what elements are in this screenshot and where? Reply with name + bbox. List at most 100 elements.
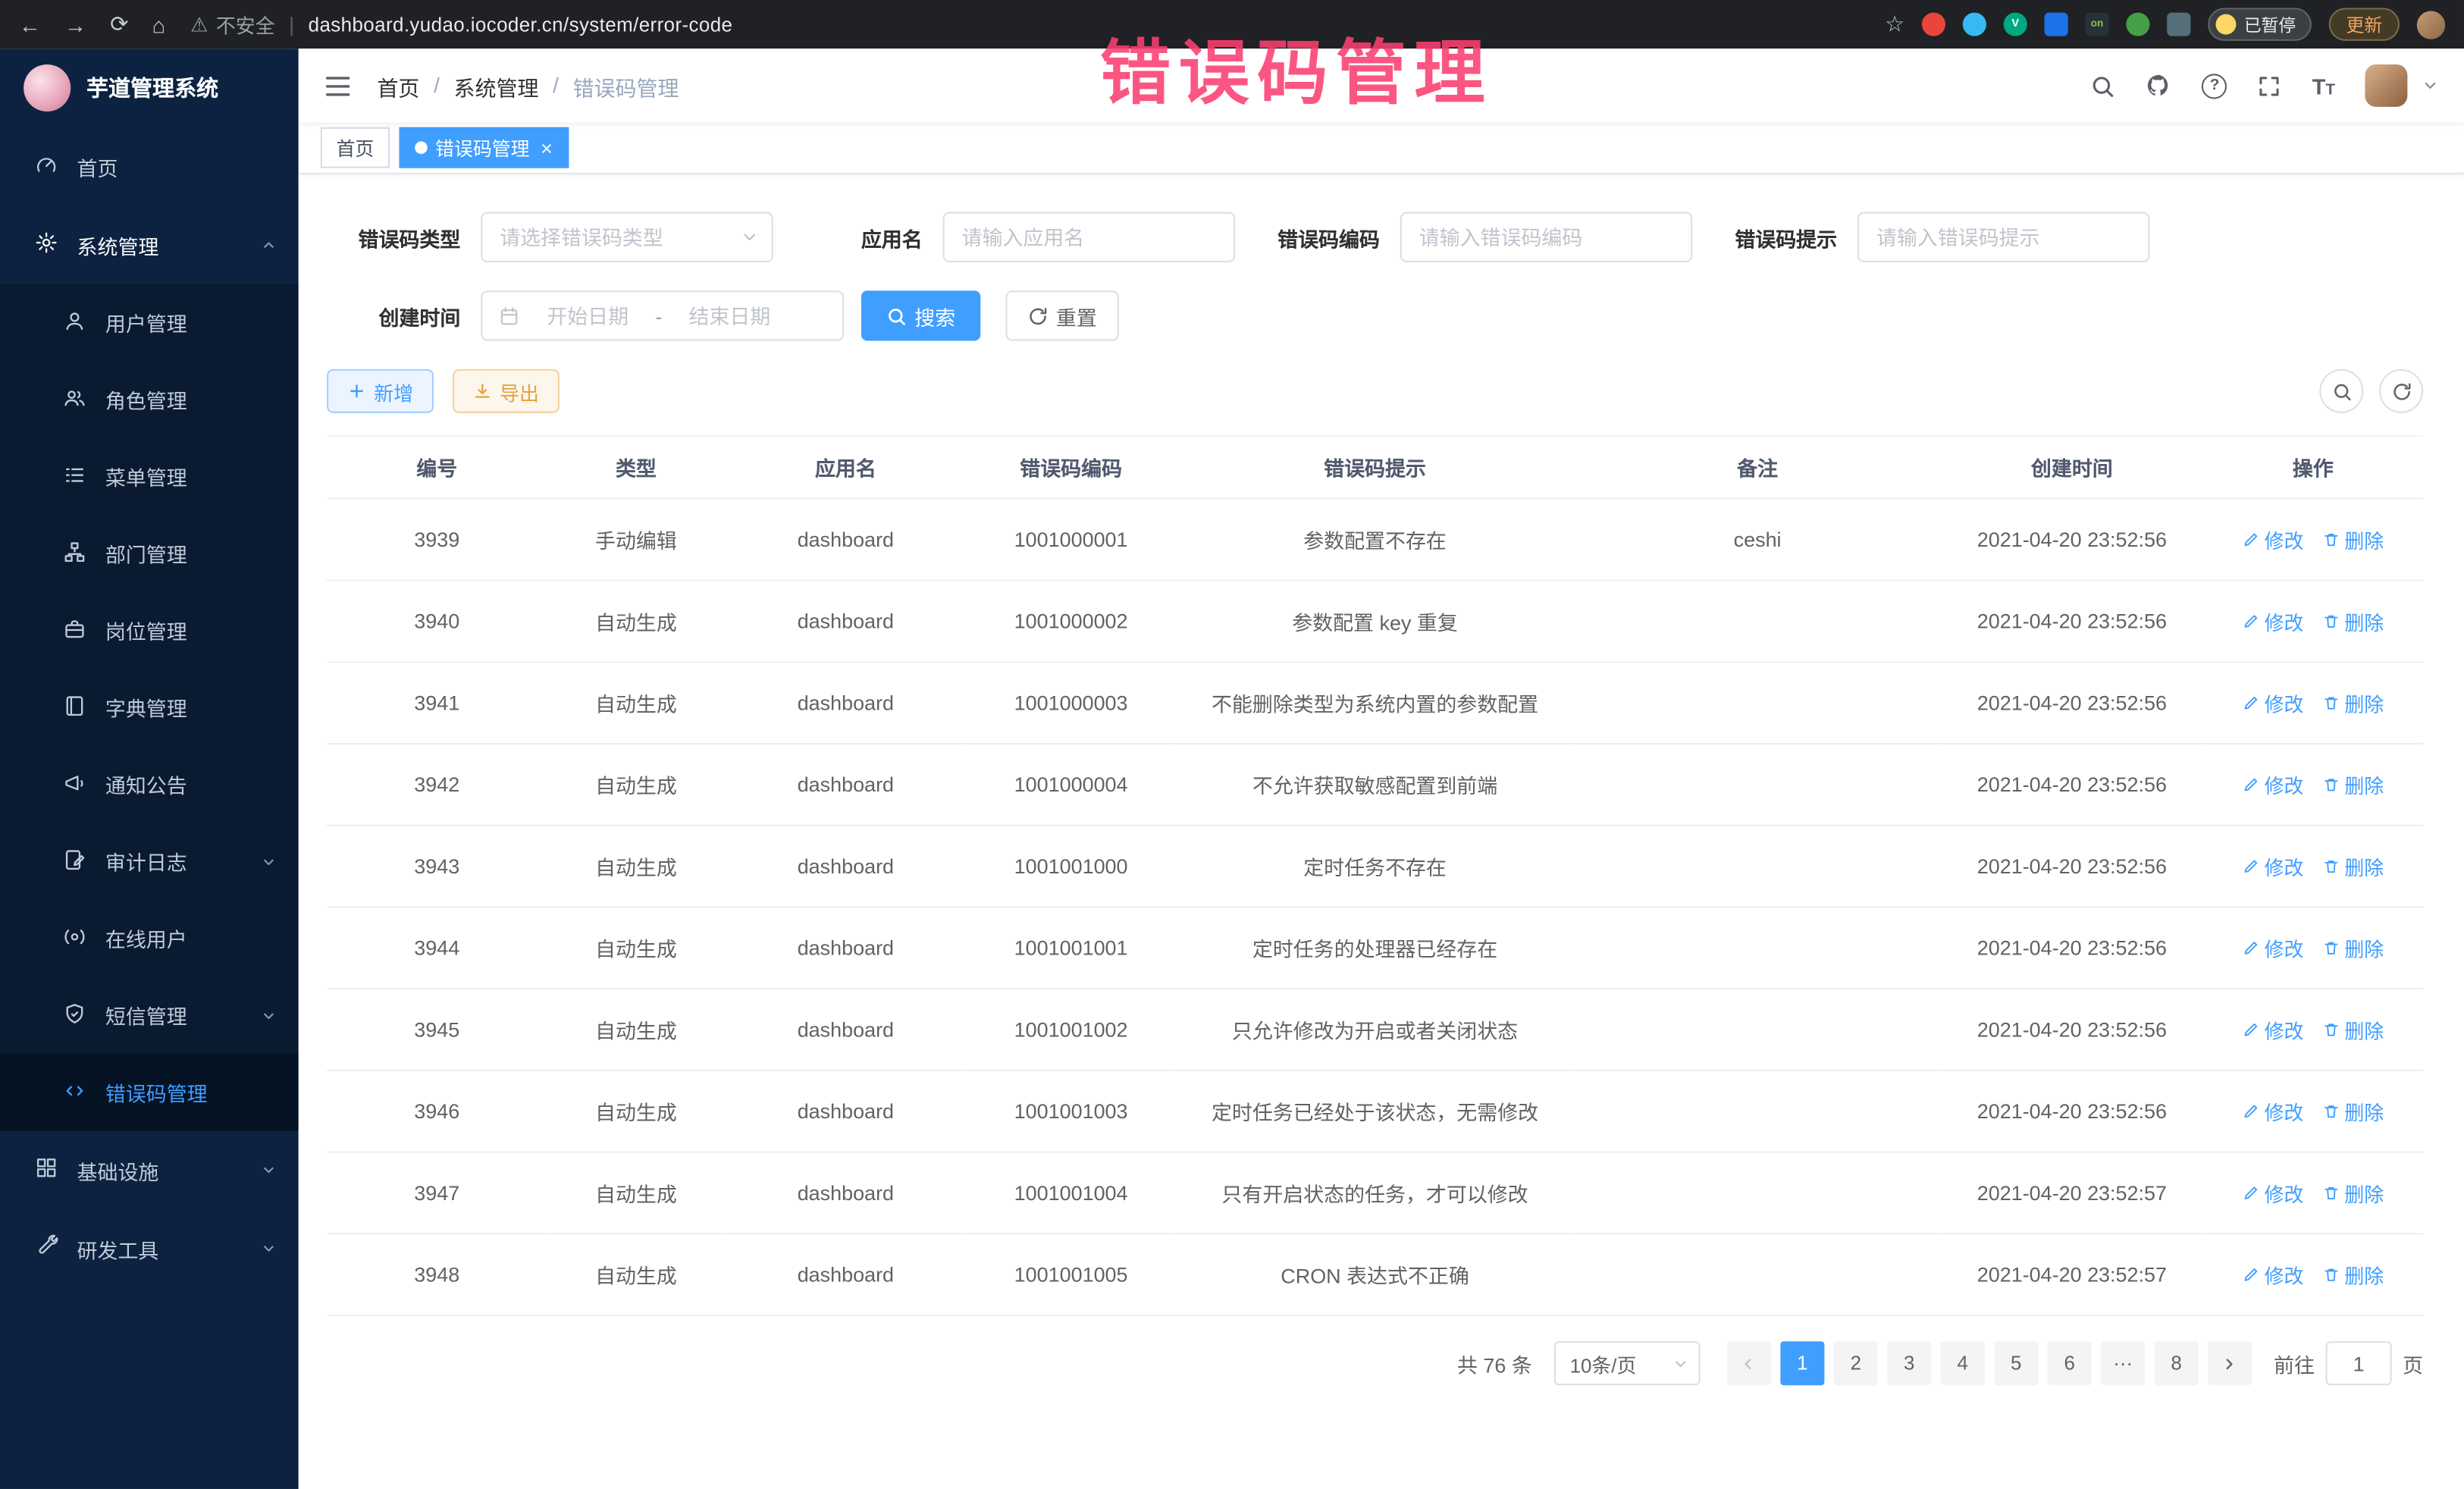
page-button-2[interactable]: 2 bbox=[1834, 1341, 1878, 1385]
table-row: 3944自动生成dashboard1001001001定时任务的处理器已经存在2… bbox=[327, 907, 2423, 989]
update-button[interactable]: 更新 bbox=[2329, 8, 2400, 41]
error-message-input[interactable] bbox=[1857, 212, 2150, 262]
goto-suffix: 页 bbox=[2403, 1349, 2423, 1378]
search-icon[interactable] bbox=[2090, 73, 2115, 98]
col-id: 编号 bbox=[327, 436, 547, 499]
sidebar-item-notices[interactable]: 通知公告 bbox=[0, 746, 299, 823]
delete-link[interactable]: 删除 bbox=[2322, 770, 2384, 799]
close-icon[interactable]: × bbox=[541, 137, 553, 158]
breadcrumb-system[interactable]: 系统管理 bbox=[454, 70, 539, 101]
col-message: 错误码提示 bbox=[1176, 436, 1574, 499]
extension-icon-6[interactable] bbox=[2126, 13, 2149, 36]
tab-error-codes[interactable]: 错误码管理 × bbox=[399, 127, 568, 168]
extension-icon-2[interactable] bbox=[1963, 13, 1986, 36]
app-name-input[interactable] bbox=[943, 212, 1236, 262]
dashboard-icon bbox=[35, 152, 58, 180]
delete-link[interactable]: 删除 bbox=[2322, 1260, 2384, 1290]
edit-link[interactable]: 修改 bbox=[2243, 1178, 2304, 1208]
warning-icon: ⚠︎ bbox=[190, 13, 208, 36]
font-size-icon[interactable]: TT bbox=[2312, 73, 2335, 98]
edit-link[interactable]: 修改 bbox=[2243, 525, 2304, 554]
page-button-8[interactable]: 8 bbox=[2155, 1341, 2199, 1385]
logo[interactable]: 芋道管理系统 bbox=[0, 49, 299, 127]
fullscreen-icon[interactable] bbox=[2257, 73, 2282, 98]
delete-link[interactable]: 删除 bbox=[2322, 525, 2384, 554]
page-button-4[interactable]: 4 bbox=[1941, 1341, 1985, 1385]
breadcrumb-home[interactable]: 首页 bbox=[377, 70, 419, 101]
extension-icon-4[interactable] bbox=[2045, 13, 2068, 36]
sidebar-item-posts[interactable]: 岗位管理 bbox=[0, 592, 299, 669]
page-button-3[interactable]: 3 bbox=[1887, 1341, 1931, 1385]
extension-icon-3[interactable]: V bbox=[2004, 13, 2027, 36]
reset-button[interactable]: 重置 bbox=[1006, 290, 1119, 340]
page-button-5[interactable]: 5 bbox=[1994, 1341, 2038, 1385]
security-label: 不安全 bbox=[216, 9, 275, 39]
back-icon[interactable]: ← bbox=[19, 12, 41, 37]
edit-link[interactable]: 修改 bbox=[2243, 1014, 2304, 1044]
sidebar-item-online-users[interactable]: 在线用户 bbox=[0, 900, 299, 977]
delete-link[interactable]: 删除 bbox=[2322, 933, 2384, 963]
edit-link[interactable]: 修改 bbox=[2243, 688, 2304, 717]
sidebar-item-devtools[interactable]: 研发工具 bbox=[0, 1209, 299, 1288]
goto-page-input[interactable] bbox=[2326, 1341, 2392, 1385]
hamburger-icon[interactable] bbox=[324, 71, 352, 99]
tab-home[interactable]: 首页 bbox=[321, 127, 390, 168]
sidebar-item-menus[interactable]: 菜单管理 bbox=[0, 438, 299, 516]
delete-link[interactable]: 删除 bbox=[2322, 688, 2384, 717]
page-size-select[interactable]: 10条/页 bbox=[1554, 1341, 1701, 1385]
add-button[interactable]: 新增 bbox=[327, 369, 434, 413]
page-button-6[interactable]: 6 bbox=[2048, 1341, 2092, 1385]
edit-link[interactable]: 修改 bbox=[2243, 1096, 2304, 1126]
export-button[interactable]: 导出 bbox=[453, 369, 560, 413]
sidebar-item-dictionary[interactable]: 字典管理 bbox=[0, 669, 299, 747]
delete-link[interactable]: 删除 bbox=[2322, 1096, 2384, 1126]
browser-profile-avatar[interactable] bbox=[2417, 10, 2445, 38]
user-avatar[interactable] bbox=[2365, 64, 2407, 107]
more-pages-button[interactable]: ··· bbox=[2101, 1341, 2145, 1385]
sidebar-item-departments[interactable]: 部门管理 bbox=[0, 516, 299, 593]
sidebar-item-users[interactable]: 用户管理 bbox=[0, 284, 299, 362]
sidebar-item-roles[interactable]: 角色管理 bbox=[0, 361, 299, 438]
prev-page-button[interactable] bbox=[1727, 1341, 1771, 1385]
forward-icon[interactable]: → bbox=[64, 12, 86, 37]
delete-link[interactable]: 删除 bbox=[2322, 1178, 2384, 1208]
sidebar-item-audit-logs[interactable]: 审计日志 bbox=[0, 823, 299, 901]
table-row: 3939手动编辑dashboard1001000001参数配置不存在ceshi2… bbox=[327, 499, 2423, 581]
security-indicator[interactable]: ⚠︎ 不安全 bbox=[190, 9, 274, 39]
date-range-picker[interactable]: - bbox=[481, 290, 844, 340]
sidebar-item-infrastructure[interactable]: 基础设施 bbox=[0, 1131, 299, 1210]
error-type-select[interactable] bbox=[481, 212, 773, 262]
edit-link[interactable]: 修改 bbox=[2243, 1260, 2304, 1290]
sidebar-item-home[interactable]: 首页 bbox=[0, 127, 299, 206]
sidebar-item-system[interactable]: 系统管理 bbox=[0, 205, 299, 284]
edit-link[interactable]: 修改 bbox=[2243, 770, 2304, 799]
next-page-button[interactable] bbox=[2208, 1341, 2252, 1385]
address-bar[interactable]: dashboard.yudao.iocoder.cn/system/error-… bbox=[309, 14, 733, 36]
delete-link[interactable]: 删除 bbox=[2322, 851, 2384, 881]
error-type-select-input[interactable] bbox=[481, 212, 773, 262]
github-icon[interactable] bbox=[2146, 72, 2172, 99]
page-button-1[interactable]: 1 bbox=[1780, 1341, 1824, 1385]
extension-icon-5[interactable]: on bbox=[2085, 13, 2108, 36]
extension-icon-1[interactable] bbox=[1922, 13, 1945, 36]
bookmark-star-icon[interactable]: ☆ bbox=[1885, 11, 1904, 38]
help-icon[interactable]: ? bbox=[2202, 73, 2227, 98]
chevron-down-icon[interactable] bbox=[2422, 77, 2439, 95]
home-icon[interactable]: ⌂ bbox=[152, 12, 166, 37]
search-button[interactable]: 搜索 bbox=[861, 290, 981, 340]
edit-link[interactable]: 修改 bbox=[2243, 851, 2304, 881]
end-date-input[interactable] bbox=[673, 304, 786, 328]
sidebar-item-sms[interactable]: 短信管理 bbox=[0, 977, 299, 1055]
delete-link[interactable]: 删除 bbox=[2322, 607, 2384, 636]
reload-icon[interactable]: ⟳ bbox=[110, 11, 128, 38]
refresh-icon[interactable] bbox=[2379, 369, 2423, 413]
delete-link[interactable]: 删除 bbox=[2322, 1014, 2384, 1044]
sidebar-item-error-codes[interactable]: 错误码管理 bbox=[0, 1054, 299, 1131]
start-date-input[interactable] bbox=[531, 304, 644, 328]
paused-badge[interactable]: 已暂停 bbox=[2208, 8, 2312, 41]
edit-link[interactable]: 修改 bbox=[2243, 933, 2304, 963]
error-code-input[interactable] bbox=[1400, 212, 1693, 262]
edit-link[interactable]: 修改 bbox=[2243, 607, 2304, 636]
toggle-search-icon[interactable] bbox=[2319, 369, 2363, 413]
extension-icon-7[interactable] bbox=[2167, 13, 2190, 36]
